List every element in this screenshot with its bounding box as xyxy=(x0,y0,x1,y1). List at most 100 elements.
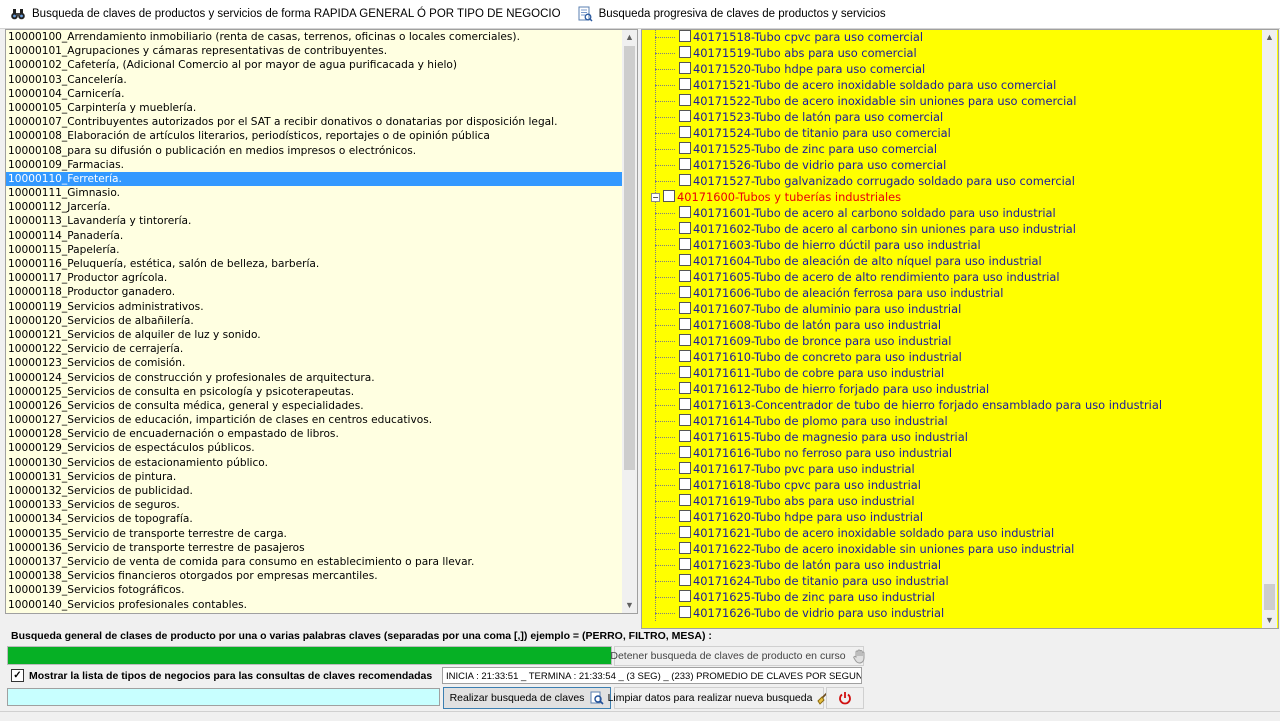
tree-leaf-node[interactable]: 40171524-Tubo de titanio para uso comerc… xyxy=(642,125,1262,141)
business-list-item[interactable]: 10000137_Servicio de venta de comida par… xyxy=(6,555,622,569)
business-list-item[interactable]: 10000139_Servicios fotográficos. xyxy=(6,583,622,597)
business-list-item[interactable]: 10000117_Productor agrícola. xyxy=(6,271,622,285)
business-list-item[interactable]: 10000135_Servicio de transporte terrestr… xyxy=(6,527,622,541)
tree-leaf-node[interactable]: 40171523-Tubo de latón para uso comercia… xyxy=(642,109,1262,125)
tree-leaf-node[interactable]: 40171618-Tubo cpvc para uso industrial xyxy=(642,477,1262,493)
tree-node-checkbox[interactable] xyxy=(679,366,691,378)
tree-leaf-node[interactable]: 40171610-Tubo de concreto para uso indus… xyxy=(642,349,1262,365)
tree-leaf-node[interactable]: 40171626-Tubo de vidrio para uso industr… xyxy=(642,605,1262,621)
product-tree-scrollbar[interactable]: ▲ ▼ xyxy=(1262,30,1277,628)
tree-node-checkbox[interactable] xyxy=(679,78,691,90)
tree-leaf-node[interactable]: 40171519-Tubo abs para uso comercial xyxy=(642,45,1262,61)
tree-leaf-node[interactable]: 40171615-Tubo de magnesio para uso indus… xyxy=(642,429,1262,445)
tree-node-checkbox[interactable] xyxy=(679,318,691,330)
business-list-item[interactable]: 10000124_Servicios de construcción y pro… xyxy=(6,371,622,385)
business-list-item[interactable]: 10000104_Carnicería. xyxy=(6,87,622,101)
business-list-item[interactable]: 10000109_Farmacias. xyxy=(6,158,622,172)
business-list-item[interactable]: 10000120_Servicios de albañilería. xyxy=(6,314,622,328)
tree-leaf-node[interactable]: 40171521-Tubo de acero inoxidable soldad… xyxy=(642,77,1262,93)
tree-node-checkbox[interactable] xyxy=(679,270,691,282)
business-list-item[interactable]: 10000115_Papelería. xyxy=(6,243,622,257)
business-list-item[interactable]: 10000126_Servicios de consulta médica, g… xyxy=(6,399,622,413)
tree-leaf-node[interactable]: 40171604-Tubo de aleación de alto níquel… xyxy=(642,253,1262,269)
tree-node-checkbox[interactable] xyxy=(679,510,691,522)
business-list-item[interactable]: 10000102_Cafetería, (Adicional Comercio … xyxy=(6,58,622,72)
product-key-tree[interactable]: 40171518-Tubo cpvc para uso comercial 401… xyxy=(641,29,1279,629)
business-list-item[interactable]: 10000130_Servicios de estacionamiento pú… xyxy=(6,456,622,470)
tree-leaf-node[interactable]: 40171522-Tubo de acero inoxidable sin un… xyxy=(642,93,1262,109)
tree-node-checkbox[interactable] xyxy=(663,190,675,202)
tree-scroll-up-icon[interactable]: ▲ xyxy=(1262,30,1277,45)
tree-leaf-node[interactable]: 40171623-Tubo de latón para uso industri… xyxy=(642,557,1262,573)
tree-leaf-node[interactable]: 40171609-Tubo de bronce para uso industr… xyxy=(642,333,1262,349)
tree-leaf-node[interactable]: 40171620-Tubo hdpe para uso industrial xyxy=(642,509,1262,525)
rapid-search-button[interactable]: Busqueda de claves de productos y servic… xyxy=(4,3,567,25)
tree-node-checkbox[interactable] xyxy=(679,350,691,362)
business-list-item[interactable]: 10000101_Agrupaciones y cámaras represen… xyxy=(6,44,622,58)
tree-node-checkbox[interactable] xyxy=(679,606,691,618)
tree-node-checkbox[interactable] xyxy=(679,446,691,458)
tree-leaf-node[interactable]: 40171526-Tubo de vidrio para uso comerci… xyxy=(642,157,1262,173)
business-list-item[interactable]: 10000105_Carpintería y mueblería. xyxy=(6,101,622,115)
business-list-item[interactable]: 10000125_Servicios de consulta en psicol… xyxy=(6,385,622,399)
show-business-list-toggle[interactable]: ✓ Mostrar la lista de tipos de negocios … xyxy=(11,669,432,682)
stop-search-button[interactable]: Detener busqueda de claves de producto e… xyxy=(610,646,865,666)
tree-node-checkbox[interactable] xyxy=(679,238,691,250)
tree-node-checkbox[interactable] xyxy=(679,542,691,554)
tree-node-checkbox[interactable] xyxy=(679,174,691,186)
tree-node-checkbox[interactable] xyxy=(679,46,691,58)
tree-node-checkbox[interactable] xyxy=(679,430,691,442)
tree-node-checkbox[interactable] xyxy=(679,62,691,74)
tree-leaf-node[interactable]: 40171520-Tubo hdpe para uso comercial xyxy=(642,61,1262,77)
tree-node-checkbox[interactable] xyxy=(679,206,691,218)
tree-node-checkbox[interactable] xyxy=(679,94,691,106)
tree-leaf-node[interactable]: 40171527-Tubo galvanizado corrugado sold… xyxy=(642,173,1262,189)
business-list-scroll-thumb[interactable] xyxy=(624,46,635,470)
business-list-item[interactable]: 10000136_Servicio de transporte terrestr… xyxy=(6,541,622,555)
scroll-up-icon[interactable]: ▲ xyxy=(622,30,637,45)
business-list-item[interactable]: 10000108_Elaboración de artículos litera… xyxy=(6,129,622,143)
tree-node-checkbox[interactable] xyxy=(679,382,691,394)
business-list-item[interactable]: 10000123_Servicios de comisión. xyxy=(6,356,622,370)
tree-leaf-node[interactable]: 40171601-Tubo de acero al carbono soldad… xyxy=(642,205,1262,221)
tree-node-checkbox[interactable] xyxy=(679,222,691,234)
tree-leaf-node[interactable]: 40171611-Tubo de cobre para uso industri… xyxy=(642,365,1262,381)
business-list-item[interactable]: 10000131_Servicios de pintura. xyxy=(6,470,622,484)
tree-leaf-node[interactable]: 40171606-Tubo de aleación ferrosa para u… xyxy=(642,285,1262,301)
business-list-item[interactable]: 10000133_Servicios de seguros. xyxy=(6,498,622,512)
tree-node-checkbox[interactable] xyxy=(679,494,691,506)
tree-leaf-node[interactable]: 40171616-Tubo no ferroso para uso indust… xyxy=(642,445,1262,461)
tree-node-checkbox[interactable] xyxy=(679,398,691,410)
business-list-item[interactable]: 10000128_Servicio de encuadernación o em… xyxy=(6,427,622,441)
business-list-scrollbar[interactable]: ▲ ▼ xyxy=(622,30,637,613)
tree-leaf-node[interactable]: 40171625-Tubo de zinc para uso industria… xyxy=(642,589,1262,605)
progressive-search-button[interactable]: Busqueda progresiva de claves de product… xyxy=(571,3,892,25)
business-list-item[interactable]: 10000113_Lavandería y tintorería. xyxy=(6,214,622,228)
tree-node-checkbox[interactable] xyxy=(679,30,691,42)
tree-leaf-node[interactable]: 40171621-Tubo de acero inoxidable soldad… xyxy=(642,525,1262,541)
tree-node-checkbox[interactable] xyxy=(679,414,691,426)
tree-group-node[interactable]: − 40171600-Tubos y tuberías industriales xyxy=(642,189,1262,205)
tree-node-checkbox[interactable] xyxy=(679,462,691,474)
business-list-item[interactable]: 10000129_Servicios de espectáculos públi… xyxy=(6,441,622,455)
business-list-item[interactable]: 10000134_Servicios de topografía. xyxy=(6,512,622,526)
tree-leaf-node[interactable]: 40171607-Tubo de aluminio para uso indus… xyxy=(642,301,1262,317)
tree-leaf-node[interactable]: 40171614-Tubo de plomo para uso industri… xyxy=(642,413,1262,429)
business-list-item[interactable]: 10000114_Panadería. xyxy=(6,229,622,243)
run-search-button[interactable]: Realizar busqueda de claves xyxy=(443,687,611,709)
tree-scroll-down-icon[interactable]: ▼ xyxy=(1262,613,1277,628)
business-list-item[interactable]: 10000108_para su difusión o publicación … xyxy=(6,144,622,158)
tree-leaf-node[interactable]: 40171518-Tubo cpvc para uso comercial xyxy=(642,30,1262,45)
tree-node-checkbox[interactable] xyxy=(679,158,691,170)
product-tree-scroll-thumb[interactable] xyxy=(1264,584,1275,610)
tree-leaf-node[interactable]: 40171602-Tubo de acero al carbono sin un… xyxy=(642,221,1262,237)
tree-leaf-node[interactable]: 40171612-Tubo de hierro forjado para uso… xyxy=(642,381,1262,397)
tree-node-checkbox[interactable] xyxy=(679,590,691,602)
business-type-list[interactable]: 10000100_Arrendamiento inmobiliario (ren… xyxy=(5,29,638,614)
tree-node-checkbox[interactable] xyxy=(679,286,691,298)
tree-node-checkbox[interactable] xyxy=(679,574,691,586)
business-list-item[interactable]: 10000121_Servicios de alquiler de luz y … xyxy=(6,328,622,342)
tree-leaf-node[interactable]: 40171622-Tubo de acero inoxidable sin un… xyxy=(642,541,1262,557)
tree-leaf-node[interactable]: 40171619-Tubo abs para uso industrial xyxy=(642,493,1262,509)
business-list-item[interactable]: 10000116_Peluquería, estética, salón de … xyxy=(6,257,622,271)
